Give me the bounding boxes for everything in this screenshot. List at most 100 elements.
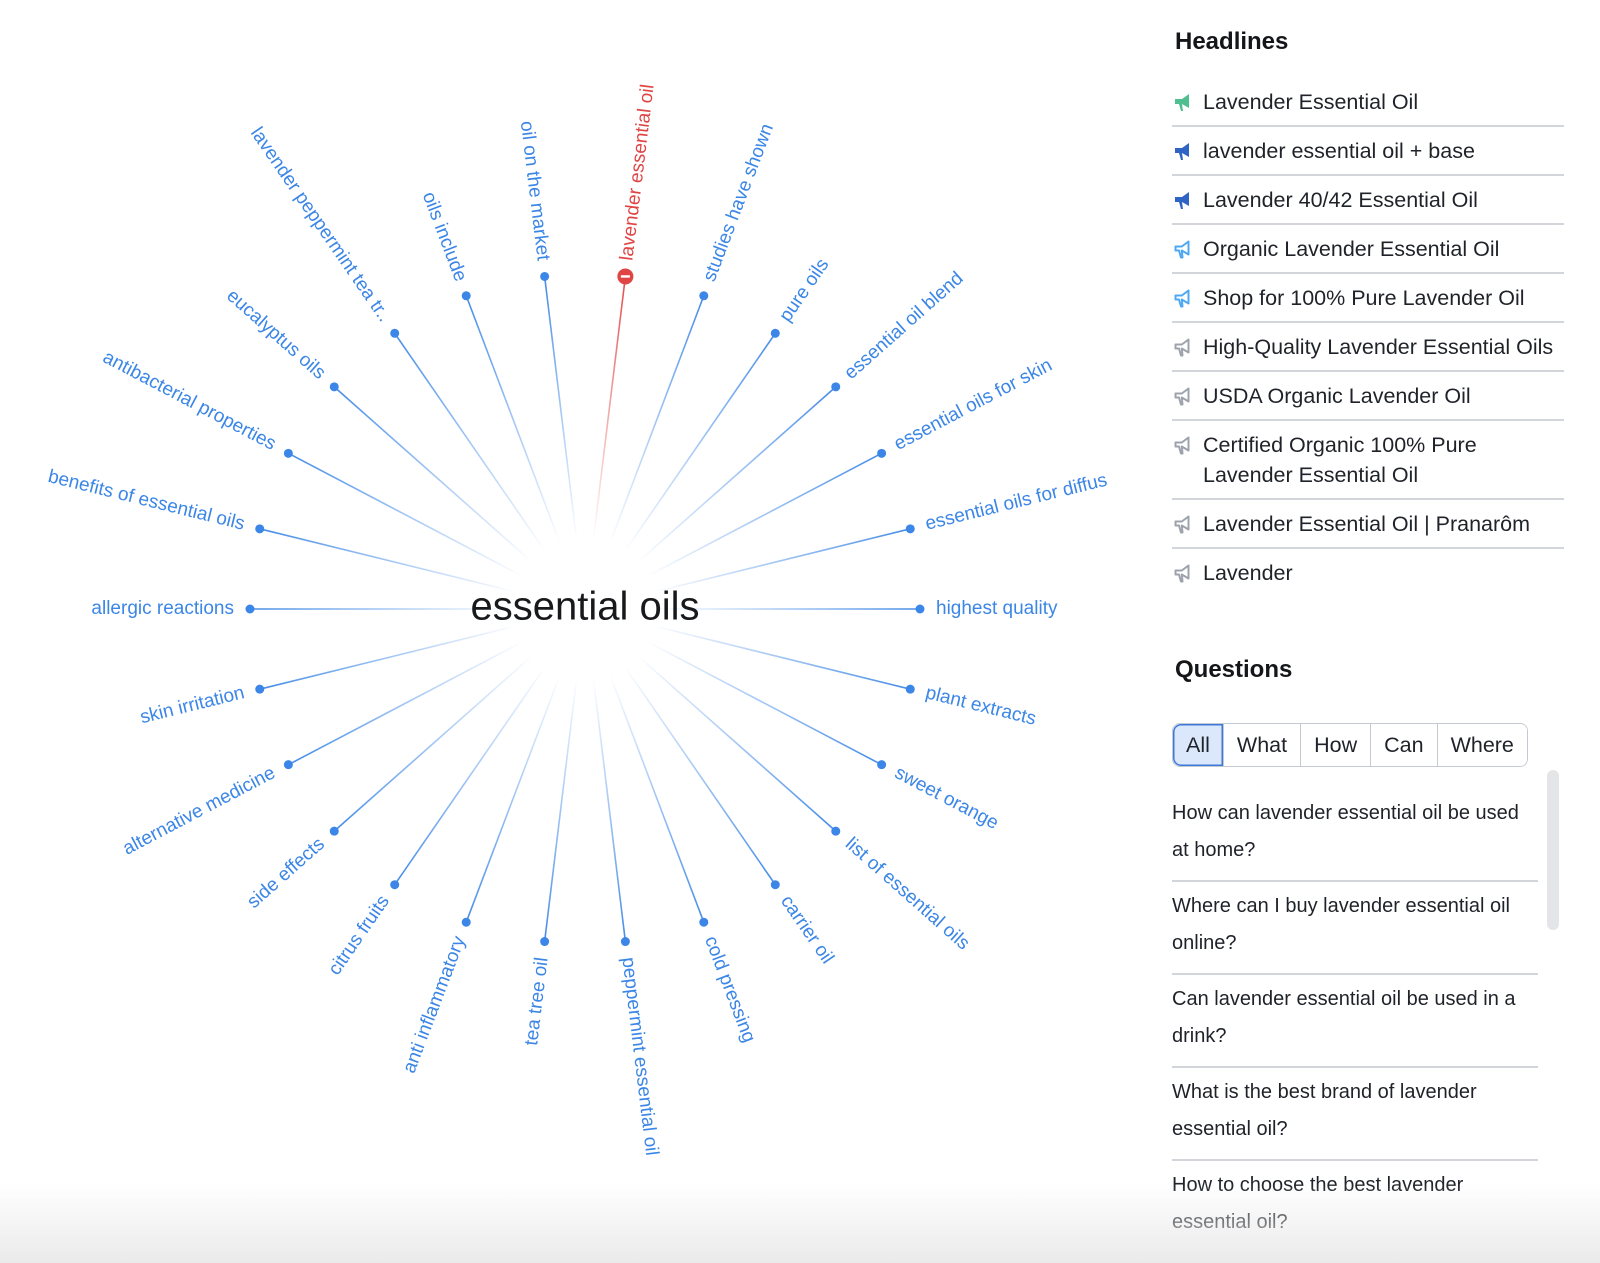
- keyword-node[interactable]: alternative medicine: [119, 760, 293, 860]
- node-dot[interactable]: [540, 937, 550, 947]
- keyword-label[interactable]: skin irritation: [138, 682, 247, 728]
- questions-scrollbar[interactable]: [1547, 770, 1559, 930]
- node-dot[interactable]: [877, 448, 887, 458]
- megaphone-outline-icon: [1172, 385, 1194, 407]
- node-dot[interactable]: [390, 880, 400, 890]
- keyword-label[interactable]: essential oils for diffus: [923, 470, 1109, 535]
- keyword-node[interactable]: benefits of essential oils: [46, 466, 265, 535]
- tab-can[interactable]: Can: [1371, 724, 1438, 766]
- question-item[interactable]: How can lavender essential oil be used a…: [1172, 795, 1538, 882]
- question-item[interactable]: Where can I buy lavender essential oil o…: [1172, 888, 1538, 975]
- keyword-node[interactable]: side effects: [243, 826, 339, 913]
- keyword-label[interactable]: cold pressing: [700, 933, 759, 1045]
- keyword-label[interactable]: allergic reactions: [91, 598, 234, 619]
- keyword-label[interactable]: pure oils: [775, 255, 833, 326]
- node-dot[interactable]: [255, 524, 265, 534]
- keyword-label[interactable]: oil on the market: [516, 120, 554, 263]
- node-dot[interactable]: [329, 826, 339, 836]
- keyword-node[interactable]: highest quality: [915, 598, 1058, 619]
- keyword-label[interactable]: carrier oil: [776, 892, 838, 968]
- keyword-node[interactable]: allergic reactions: [91, 598, 255, 619]
- keyword-label[interactable]: side effects: [243, 834, 329, 913]
- tab-where[interactable]: Where: [1437, 724, 1527, 766]
- keyword-label[interactable]: sweet orange: [891, 762, 1002, 834]
- headline-item[interactable]: USDA Organic Lavender Oil: [1172, 372, 1564, 421]
- keyword-node[interactable]: eucalyptus oils: [222, 285, 339, 392]
- node-dot[interactable]: [831, 382, 841, 392]
- keyword-node[interactable]: cold pressing: [699, 917, 759, 1046]
- question-item[interactable]: Can lavender essential oil be used in a …: [1172, 981, 1538, 1068]
- keyword-label[interactable]: citrus fruits: [324, 892, 393, 980]
- headline-item[interactable]: Lavender 40/42 Essential Oil: [1172, 176, 1564, 225]
- tab-how[interactable]: How: [1301, 724, 1372, 766]
- keyword-label[interactable]: lavender essential oil: [616, 83, 658, 262]
- headline-item[interactable]: Organic Lavender Essential Oil: [1172, 225, 1564, 274]
- keyword-label[interactable]: benefits of essential oils: [46, 466, 247, 535]
- keyword-node[interactable]: oils include: [418, 189, 471, 301]
- node-dot[interactable]: [461, 291, 471, 301]
- keyword-label[interactable]: tea tree oil: [521, 956, 553, 1047]
- keyword-label[interactable]: peppermint essential oil: [617, 956, 662, 1157]
- node-dot[interactable]: [540, 271, 550, 281]
- keyword-label[interactable]: eucalyptus oils: [222, 285, 329, 383]
- node-dot[interactable]: [831, 826, 841, 836]
- headline-item[interactable]: lavender essential oil + base: [1172, 127, 1564, 176]
- keyword-node[interactable]: tea tree oil: [521, 937, 553, 1047]
- keyword-node[interactable]: sweet orange: [877, 760, 1002, 834]
- keyword-label[interactable]: alternative medicine: [119, 762, 278, 859]
- node-dot[interactable]: [915, 604, 925, 614]
- headline-item[interactable]: Lavender Essential Oil: [1172, 78, 1564, 127]
- headline-item[interactable]: High-Quality Lavender Essential Oils: [1172, 323, 1564, 372]
- spoke-line: [543, 678, 578, 942]
- keyword-label[interactable]: oils include: [418, 189, 471, 284]
- keyword-node[interactable]: carrier oil: [770, 880, 838, 968]
- keyword-node[interactable]: essential oil blend: [831, 268, 967, 392]
- keyword-label[interactable]: lavender peppermint tea tr..: [246, 124, 395, 326]
- keyword-node[interactable]: essential oils for skin: [877, 355, 1056, 458]
- keyword-node[interactable]: citrus fruits: [324, 880, 400, 980]
- node-dot[interactable]: [283, 448, 293, 458]
- keyword-label[interactable]: studies have shown: [699, 121, 778, 284]
- keyword-label[interactable]: plant extracts: [923, 682, 1038, 729]
- keyword-node[interactable]: skin irritation: [138, 682, 265, 728]
- keyword-node[interactable]: list of essential oils: [831, 826, 974, 955]
- node-dot[interactable]: [699, 291, 709, 301]
- question-item[interactable]: How to choose the best lavender essentia…: [1172, 1167, 1538, 1252]
- node-dot[interactable]: [461, 917, 471, 927]
- keyword-label[interactable]: highest quality: [936, 598, 1058, 619]
- headline-item[interactable]: Lavender Essential Oil | Pranarôm: [1172, 500, 1564, 549]
- keyword-label[interactable]: anti inflammatory: [399, 933, 470, 1076]
- node-dot[interactable]: [255, 684, 265, 694]
- keyword-node[interactable]: antibacterial properties: [99, 347, 293, 458]
- node-dot[interactable]: [770, 880, 780, 890]
- headline-item[interactable]: Lavender: [1172, 549, 1564, 596]
- node-dot[interactable]: [283, 760, 293, 770]
- node-dot[interactable]: [905, 684, 915, 694]
- keyword-node[interactable]: pure oils: [770, 255, 834, 338]
- keyword-node-active[interactable]: lavender essential oil: [616, 83, 659, 285]
- node-dot[interactable]: [329, 382, 339, 392]
- keyword-node[interactable]: peppermint essential oil: [617, 937, 662, 1157]
- tab-all[interactable]: All: [1173, 724, 1224, 766]
- tab-what[interactable]: What: [1223, 724, 1302, 766]
- keyword-node[interactable]: anti inflammatory: [399, 917, 471, 1076]
- keyword-node[interactable]: oil on the market: [516, 120, 554, 281]
- keyword-label[interactable]: list of essential oils: [841, 834, 973, 955]
- keyword-label[interactable]: essential oils for skin: [891, 355, 1056, 455]
- keyword-label[interactable]: essential oil blend: [840, 268, 967, 384]
- node-dot[interactable]: [390, 328, 400, 338]
- keyword-label[interactable]: antibacterial properties: [99, 347, 279, 455]
- node-dot[interactable]: [770, 328, 780, 338]
- keyword-node[interactable]: lavender peppermint tea tr..: [246, 124, 400, 338]
- headline-item[interactable]: Certified Organic 100% Pure Lavender Ess…: [1172, 421, 1564, 500]
- node-dot[interactable]: [245, 604, 255, 614]
- node-dot[interactable]: [699, 917, 709, 927]
- question-item[interactable]: What is the best brand of lavender essen…: [1172, 1074, 1538, 1161]
- keyword-node[interactable]: essential oils for diffus: [905, 470, 1110, 535]
- keyword-node[interactable]: studies have shown: [699, 121, 778, 301]
- node-dot[interactable]: [877, 760, 887, 770]
- keyword-node[interactable]: plant extracts: [905, 682, 1038, 730]
- headline-item[interactable]: Shop for 100% Pure Lavender Oil: [1172, 274, 1564, 323]
- node-dot[interactable]: [620, 937, 630, 947]
- node-dot[interactable]: [905, 524, 915, 534]
